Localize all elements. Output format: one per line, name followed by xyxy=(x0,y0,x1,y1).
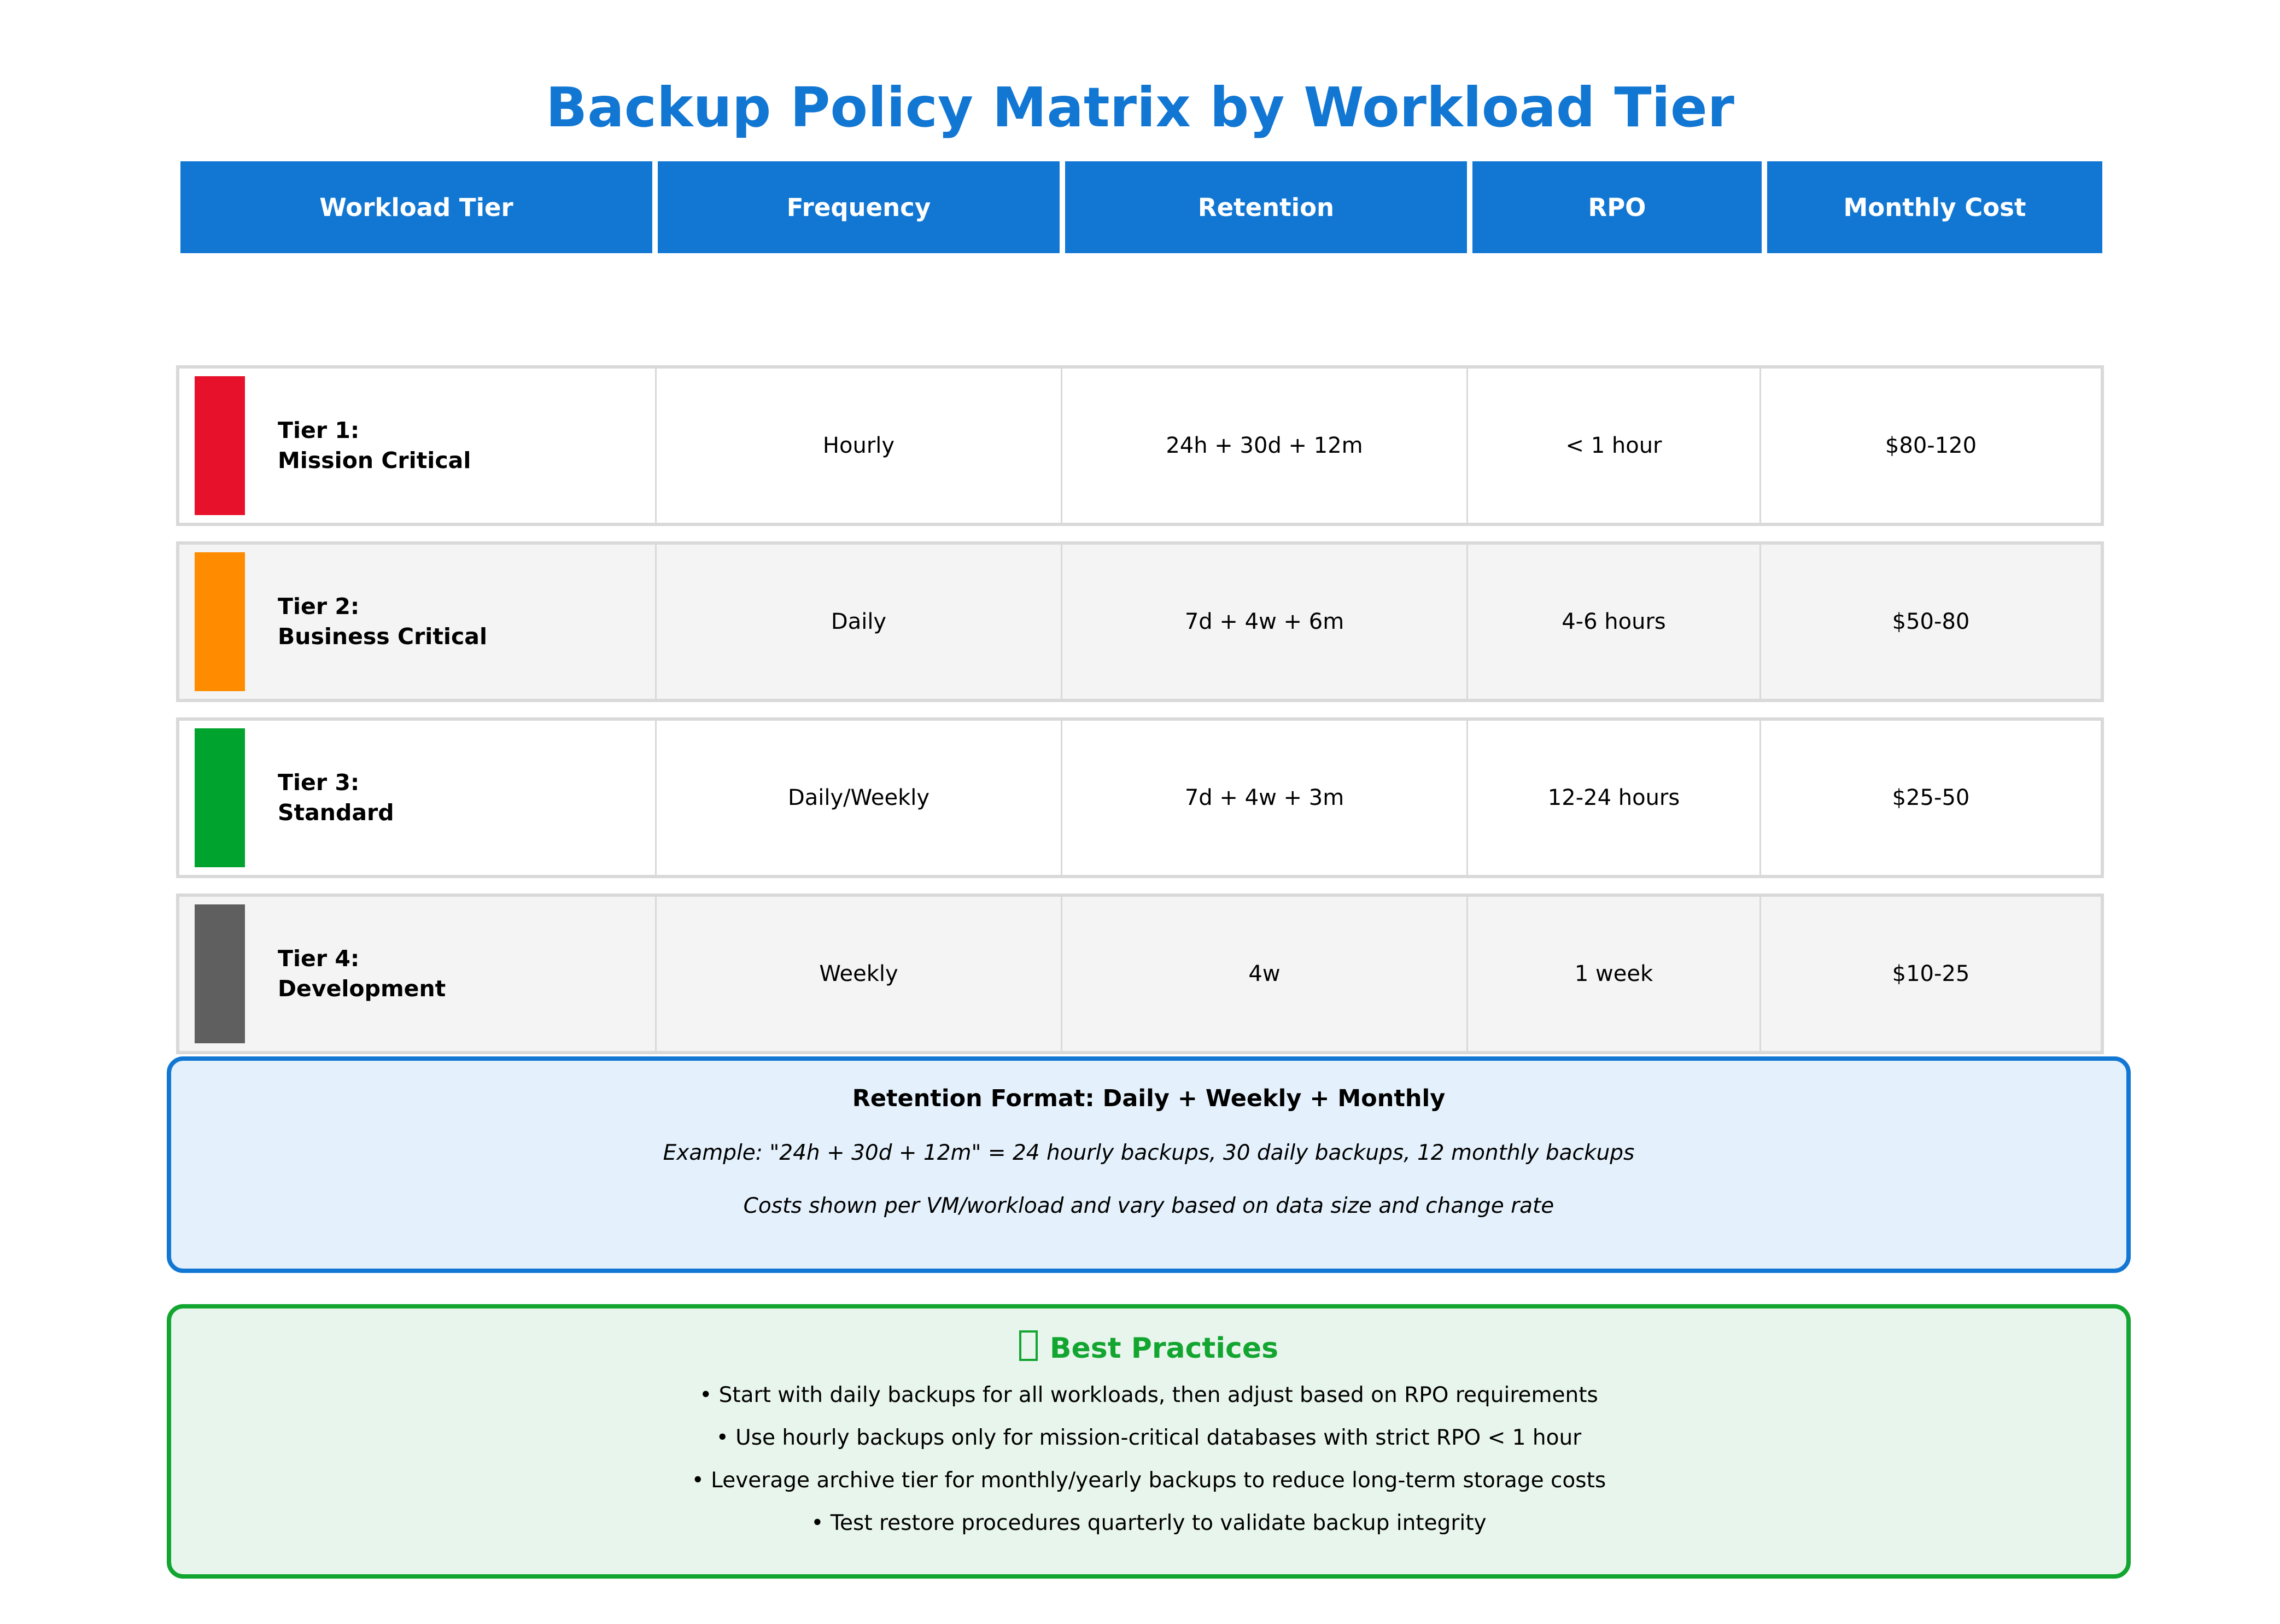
header-frequency: Frequency xyxy=(658,161,1060,253)
tier-name: Standard xyxy=(278,798,394,828)
header-retention: Retention xyxy=(1065,161,1467,253)
tier1-accent-bar xyxy=(195,376,245,515)
monthly-cost-cell: $25-50 xyxy=(1759,721,2101,875)
workload-tier-cell: Tier 2: Business Critical xyxy=(179,545,655,699)
header-workload-tier: Workload Tier xyxy=(180,161,652,253)
tier-number: Tier 3: xyxy=(278,768,394,798)
rpo-cell: 1 week xyxy=(1466,897,1759,1051)
header-rpo: RPO xyxy=(1472,161,1762,253)
tier-label: Tier 4: Development xyxy=(278,944,446,1004)
retention-cell: 7d + 4w + 3m xyxy=(1061,721,1466,875)
tier-label: Tier 3: Standard xyxy=(278,768,394,828)
workload-tier-cell: Tier 1: Mission Critical xyxy=(179,369,655,523)
monthly-cost-cell: $80-120 xyxy=(1759,369,2101,523)
retention-format-heading: Retention Format: Daily + Weekly + Month… xyxy=(171,1085,2126,1112)
frequency-cell: Weekly xyxy=(655,897,1061,1051)
tier-name: Mission Critical xyxy=(278,446,471,476)
rpo-cell: 4-6 hours xyxy=(1466,545,1759,699)
monthly-cost-cell: $50-80 xyxy=(1759,545,2101,699)
retention-format-note-box: Retention Format: Daily + Weekly + Month… xyxy=(167,1056,2131,1273)
best-practice-item: • Start with daily backups for all workl… xyxy=(171,1383,2126,1407)
workload-tier-cell: Tier 4: Development xyxy=(179,897,655,1051)
best-practices-title: Best Practices xyxy=(171,1330,2126,1365)
best-practice-item: • Test restore procedures quarterly to v… xyxy=(171,1511,2126,1535)
retention-format-example: Example: "24h + 30d + 12m" = 24 hourly b… xyxy=(171,1141,2126,1165)
frequency-cell: Hourly xyxy=(655,369,1061,523)
workload-tier-cell: Tier 3: Standard xyxy=(179,721,655,875)
tier3-accent-bar xyxy=(195,728,245,867)
tier-label: Tier 1: Mission Critical xyxy=(278,416,471,476)
tier4-accent-bar xyxy=(195,904,245,1043)
retention-cell: 24h + 30d + 12m xyxy=(1061,369,1466,523)
best-practices-title-text: Best Practices xyxy=(1050,1332,1278,1365)
best-practice-item: • Use hourly backups only for mission-cr… xyxy=(171,1426,2126,1450)
retention-cell: 4w xyxy=(1061,897,1466,1051)
page-title: Backup Policy Matrix by Workload Tier xyxy=(0,75,2280,139)
best-practice-item: • Leverage archive tier for monthly/year… xyxy=(171,1468,2126,1493)
tier-name: Development xyxy=(278,974,446,1004)
missing-glyph-icon xyxy=(1019,1330,1038,1361)
best-practices-box: Best Practices • Start with daily backup… xyxy=(167,1304,2131,1579)
monthly-cost-cell: $10-25 xyxy=(1759,897,2101,1051)
tier-number: Tier 4: xyxy=(278,944,446,974)
retention-cell: 7d + 4w + 6m xyxy=(1061,545,1466,699)
header-monthly-cost: Monthly Cost xyxy=(1767,161,2102,253)
tier-name: Business Critical xyxy=(278,622,487,652)
tier2-accent-bar xyxy=(195,552,245,691)
table-row-tier1: Tier 1: Mission Critical Hourly 24h + 30… xyxy=(176,365,2104,526)
retention-format-costs: Costs shown per VM/workload and vary bas… xyxy=(171,1194,2126,1218)
tier-label: Tier 2: Business Critical xyxy=(278,592,487,652)
frequency-cell: Daily xyxy=(655,545,1061,699)
table-row-tier4: Tier 4: Development Weekly 4w 1 week $10… xyxy=(176,893,2104,1054)
frequency-cell: Daily/Weekly xyxy=(655,721,1061,875)
tier-number: Tier 1: xyxy=(278,416,471,446)
rpo-cell: < 1 hour xyxy=(1466,369,1759,523)
tier-number: Tier 2: xyxy=(278,592,487,622)
table-header-row: Workload Tier Frequency Retention RPO Mo… xyxy=(180,161,2102,253)
table-row-tier2: Tier 2: Business Critical Daily 7d + 4w … xyxy=(176,541,2104,702)
rpo-cell: 12-24 hours xyxy=(1466,721,1759,875)
table-row-tier3: Tier 3: Standard Daily/Weekly 7d + 4w + … xyxy=(176,717,2104,878)
